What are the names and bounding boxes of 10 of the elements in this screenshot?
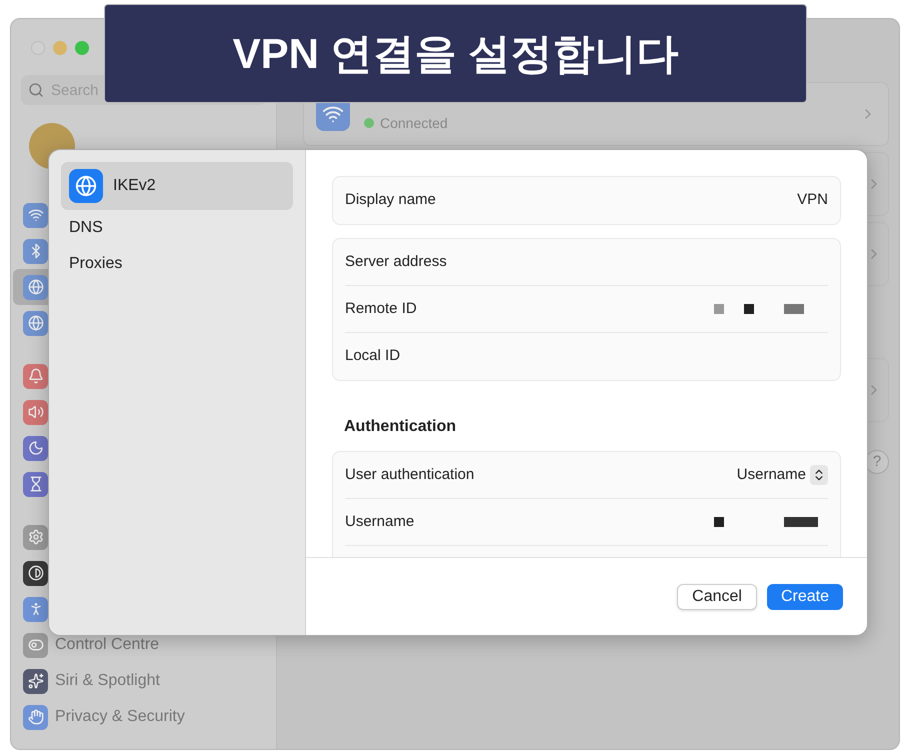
row-label: Remote ID <box>345 298 417 319</box>
row-label: Server address <box>345 252 447 272</box>
row-value: VPN <box>797 190 828 210</box>
banner-title: VPN 연결을 설정합니다 <box>232 29 678 79</box>
row-label: User authentication <box>345 464 474 485</box>
row-label: Username <box>345 512 414 532</box>
row-label: Local ID <box>345 346 400 366</box>
section-heading: Authentication <box>343 417 457 437</box>
row-label: Display name <box>345 190 436 210</box>
wifi-status: Connected <box>380 114 448 132</box>
